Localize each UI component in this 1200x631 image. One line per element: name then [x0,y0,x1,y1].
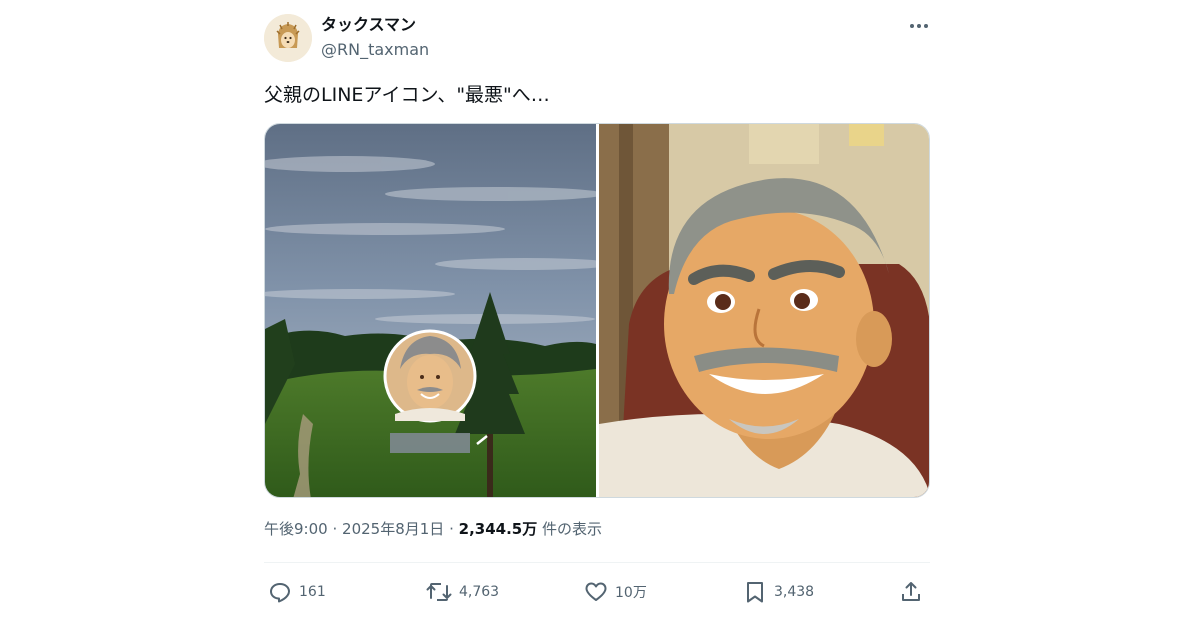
photo-anime-portrait[interactable] [599,124,929,497]
meta-separator: · [332,520,338,538]
tweet-time[interactable]: 午後9:00 [264,520,328,538]
tweet-text: 父親のLINEアイコン、"最悪"へ… [264,84,550,106]
tweet-card: タックスマン @RN_taxman 父親のLINEアイコン、"最悪"へ… 午後9… [264,0,930,631]
views-count: 2,344.5万 [458,520,538,538]
hedgehog-avatar-icon [264,14,312,62]
tweet-media [264,123,930,498]
reply-button[interactable]: 161 [268,578,326,606]
photo-golf-course[interactable] [265,124,596,497]
retweet-count: 4,763 [459,584,500,600]
bookmark-icon [747,582,763,603]
author-handle[interactable]: @RN_taxman [321,39,429,61]
retweet-button[interactable]: 4,763 [426,578,499,606]
retweet-icon [426,583,452,601]
bookmark-count: 3,438 [774,584,815,600]
views-label: 件の表示 [537,520,603,538]
author-display-name[interactable]: タックスマン [321,14,416,36]
meta-separator: · [449,520,454,538]
bookmark-button[interactable]: 3,438 [743,578,814,606]
divider [264,562,930,563]
tweet-date[interactable]: 2025年8月1日 [342,520,444,538]
more-dots-icon [910,24,914,28]
heart-icon [585,582,607,601]
reply-count: 161 [299,584,326,600]
share-icon [902,582,920,601]
reply-icon [270,583,290,603]
author-avatar[interactable] [264,14,312,62]
share-button[interactable] [899,578,923,606]
like-button[interactable]: 10万 [584,578,647,606]
like-count: 10万 [615,585,647,601]
tweet-meta: 午後9:00 · 2025年8月1日 · 2,344.5万 件の表示 [264,518,602,540]
more-options-button[interactable] [904,13,934,39]
